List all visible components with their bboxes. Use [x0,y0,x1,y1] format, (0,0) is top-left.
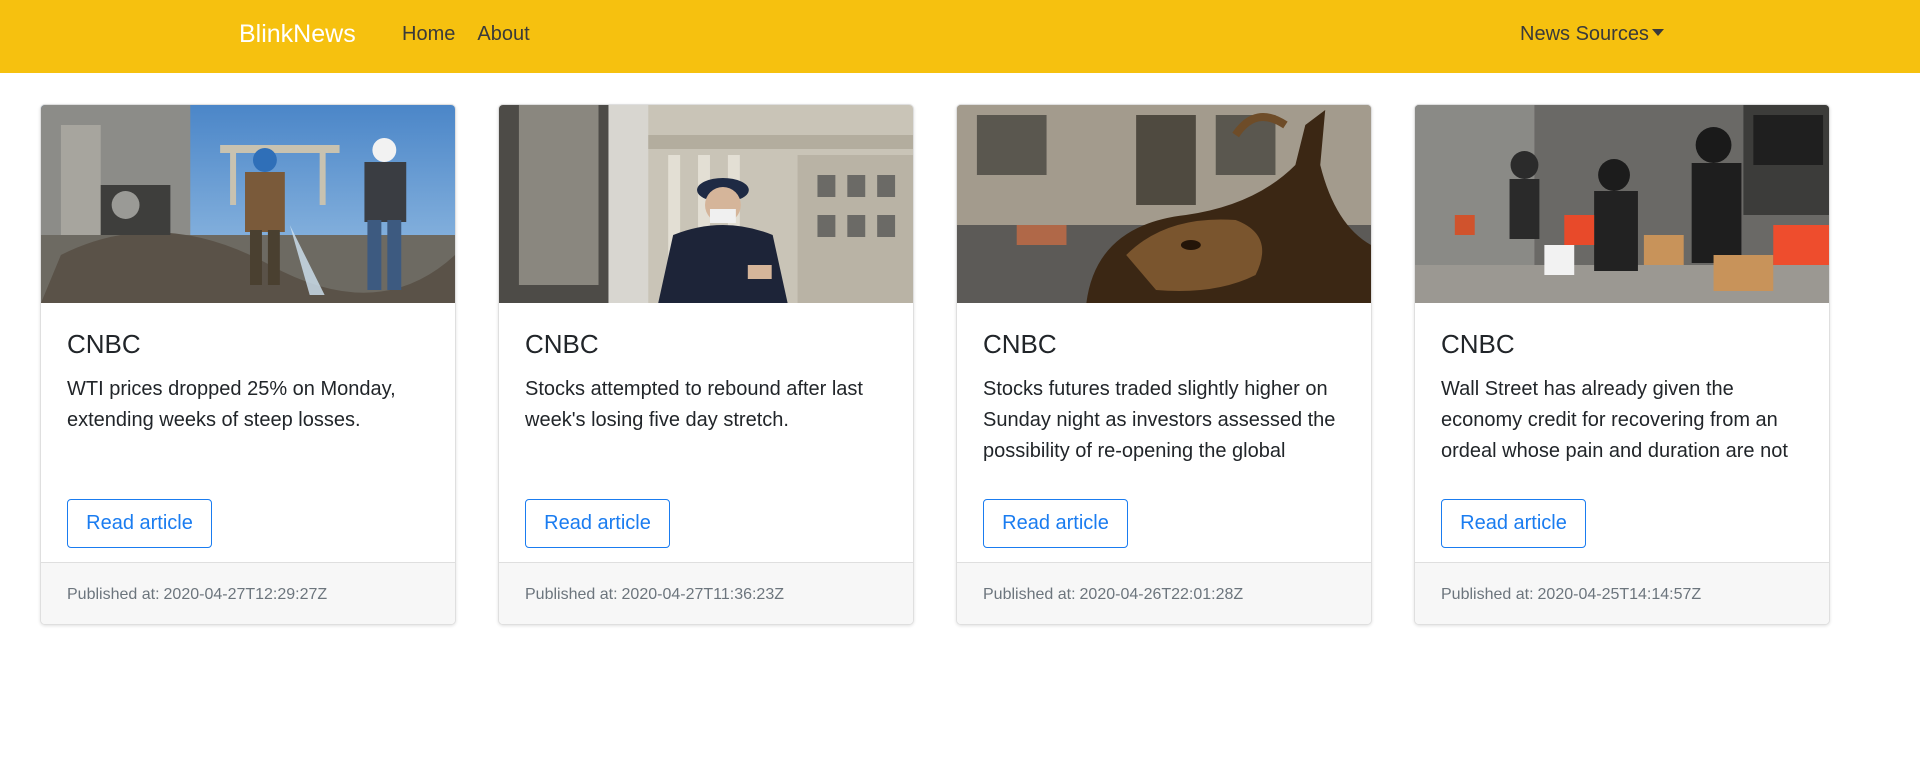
published-date: 2020-04-26T22:01:28Z [1079,586,1244,603]
card-source-title: CNBC [67,329,141,359]
news-card: CNBC Stocks attempted to rebound after l… [498,104,914,625]
card-description: Stocks futures traded slightly higher on… [983,378,1336,462]
read-article-button[interactable]: Read article [983,499,1128,548]
card-body: CNBC Wall Street has already given the e… [1415,303,1829,565]
published-date: 2020-04-25T14:14:57Z [1537,586,1702,603]
published-date: 2020-04-27T12:29:27Z [163,586,328,603]
card-footer: Published at: 2020-04-25T14:14:57Z [1415,562,1829,624]
card-body: CNBC Stocks attempted to rebound after l… [499,303,913,565]
card-footer: Published at: 2020-04-27T11:36:23Z [499,562,913,624]
published-label: Published at: [1441,586,1534,603]
card-body: CNBC WTI prices dropped 25% on Monday, e… [41,303,455,565]
card-description: Stocks attempted to rebound after last w… [525,378,863,431]
published-label: Published at: [67,586,160,603]
news-sources-label: News Sources [1520,23,1649,45]
read-article-button[interactable]: Read article [525,499,670,548]
caret-down-icon [1651,29,1664,36]
brand-logo[interactable]: BlinkNews [239,20,356,49]
wall-street-bull-photo [957,105,1371,303]
nyse-trader-mask-photo [499,105,913,303]
card-description: Wall Street has already given the econom… [1441,378,1788,462]
read-article-button[interactable]: Read article [1441,499,1586,548]
nav-about-link[interactable]: About [477,23,529,46]
published-date: 2020-04-27T11:36:23Z [621,586,784,603]
card-source-title: CNBC [525,329,599,359]
card-source-title: CNBC [983,329,1057,359]
card-footer: Published at: 2020-04-27T12:29:27Z [41,562,455,624]
food-distribution-brooklyn-photo [1415,105,1829,303]
published-label: Published at: [525,586,618,603]
news-card: CNBC Wall Street has already given the e… [1414,104,1830,625]
news-sources-dropdown[interactable]: News Sources [1520,23,1664,46]
card-body: CNBC Stocks futures traded slightly high… [957,303,1371,565]
news-card-grid: CNBC WTI prices dropped 25% on Monday, e… [40,104,1872,625]
top-navbar: BlinkNews Home About News Sources [0,0,1920,73]
nav-home-link[interactable]: Home [402,23,455,46]
card-source-title: CNBC [1441,329,1515,359]
news-card: CNBC WTI prices dropped 25% on Monday, e… [40,104,456,625]
published-label: Published at: [983,586,1076,603]
card-footer: Published at: 2020-04-26T22:01:28Z [957,562,1371,624]
card-description: WTI prices dropped 25% on Monday, extend… [67,378,396,431]
nav-links: Home About [402,23,552,46]
news-card: CNBC Stocks futures traded slightly high… [956,104,1372,625]
read-article-button[interactable]: Read article [67,499,212,548]
oil-workers-photo [41,105,455,303]
